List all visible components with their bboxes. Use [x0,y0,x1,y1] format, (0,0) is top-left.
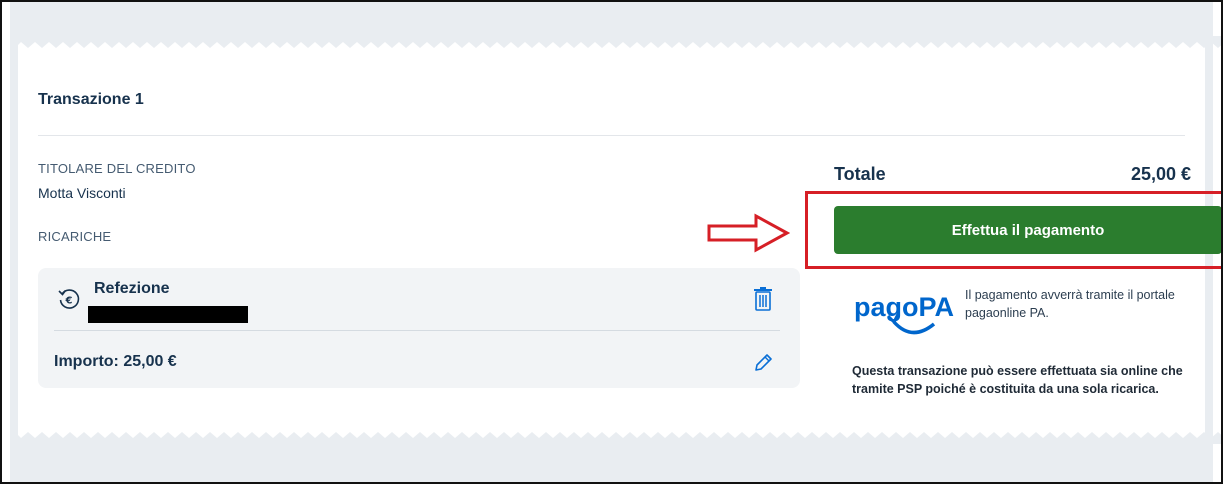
creditor-label: TITOLARE DEL CREDITO [38,161,196,176]
transaction-card: Transazione 1 TITOLARE DEL CREDITO Motta… [18,36,1221,444]
total-label: Totale [834,164,886,184]
transaction-note: Questa transazione può essere effettuata… [852,364,1183,396]
transaction-title: Transazione 1 [38,91,144,108]
svg-text:€: € [65,296,73,307]
zigzag-bottom-edge [18,432,1221,444]
trash-icon[interactable] [752,286,774,312]
item-divider [54,330,780,331]
pencil-icon[interactable] [752,352,774,374]
redacted-block [88,306,248,323]
recharge-item: € Refezione Importo: 25,00 € [38,268,800,388]
pagopa-logo: pagoPA [854,292,954,335]
total-value: 25,00 € [1130,164,1191,184]
creditor-value: Motta Visconti [38,185,126,201]
red-arrow-annotation [707,213,790,253]
euro-refresh-icon: € [58,289,80,309]
pay-button[interactable]: Effettua il pagamento [834,206,1221,254]
item-name: Refezione [94,280,170,297]
pagopa-note: Il pagamento avverrà tramite il portale … [965,288,1175,320]
recharges-label: RICARICHE [38,229,112,244]
item-amount: Importo: 25,00 € [54,353,177,370]
page-background: Transazione 1 TITOLARE DEL CREDITO Motta… [10,2,1221,482]
svg-text:pagoPA: pagoPA [854,292,954,322]
zigzag-top-edge [18,36,1221,48]
screen-frame: Transazione 1 TITOLARE DEL CREDITO Motta… [0,0,1223,484]
title-divider [38,135,1185,136]
